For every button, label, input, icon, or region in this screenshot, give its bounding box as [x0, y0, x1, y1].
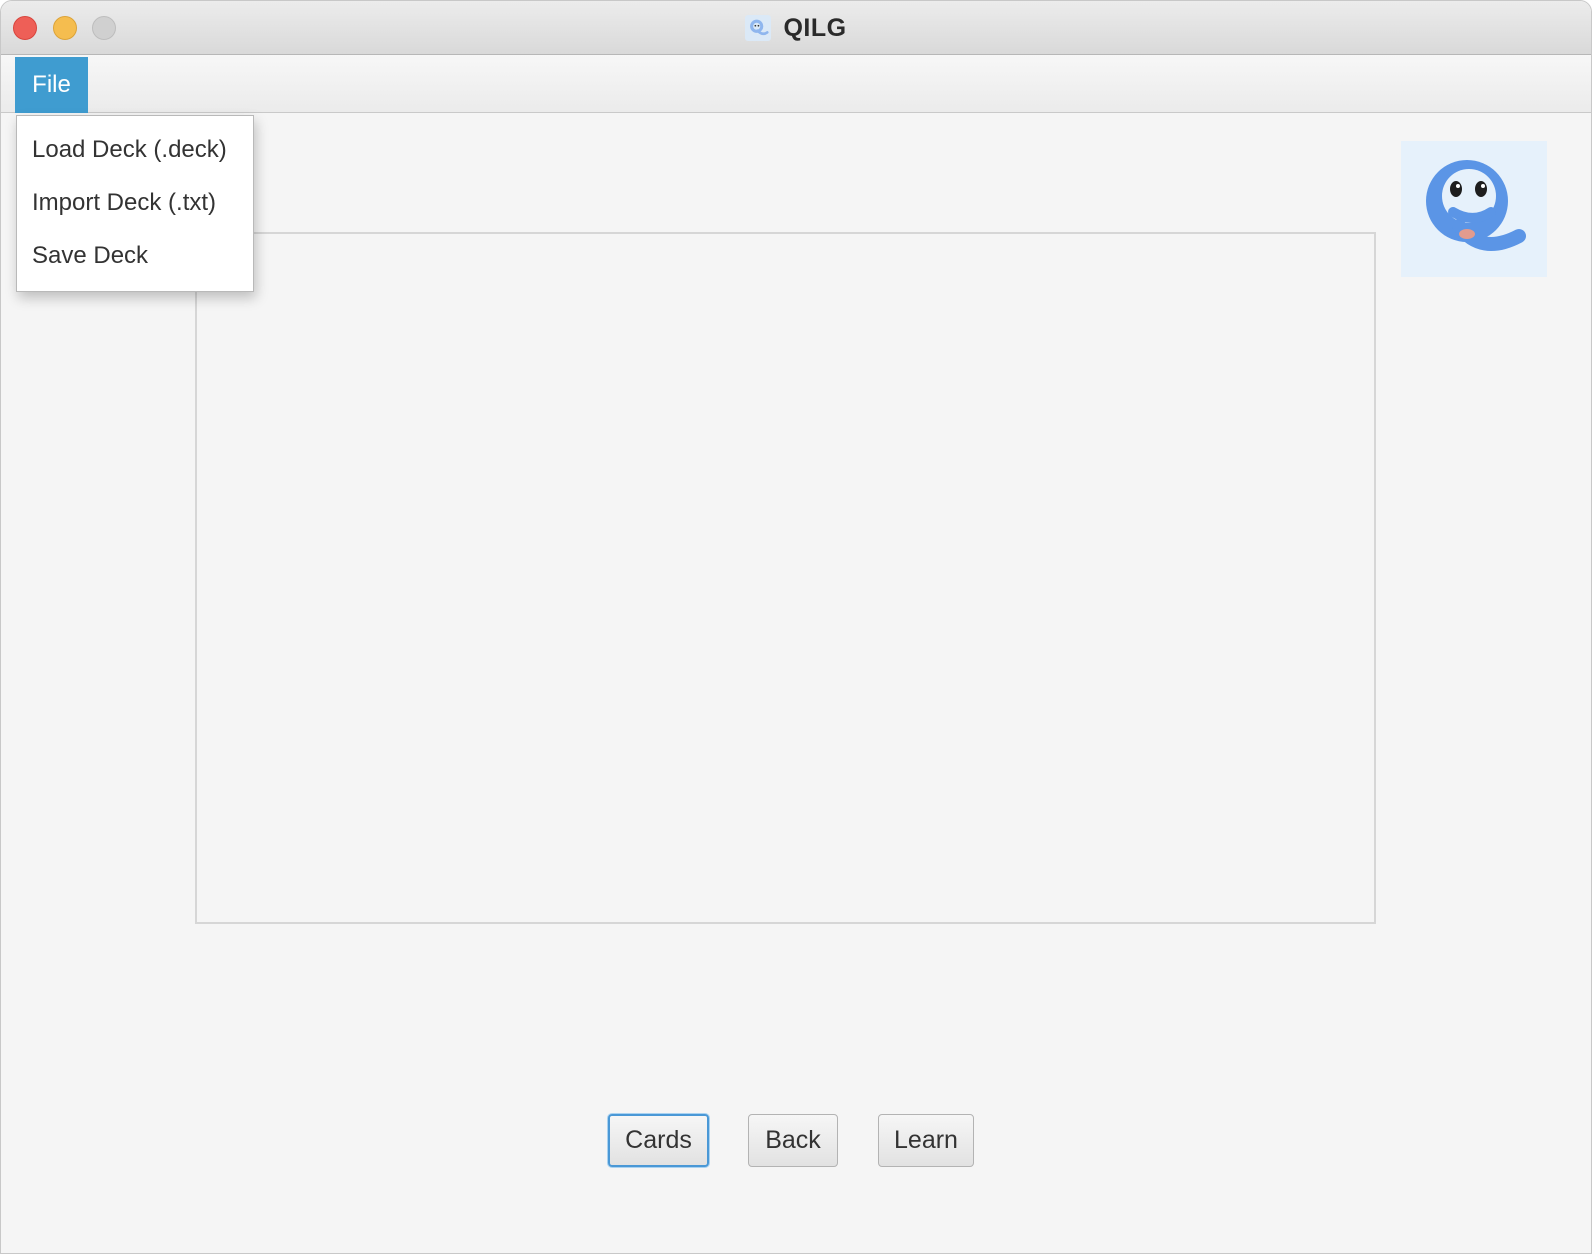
- card-display-panel: [195, 232, 1376, 924]
- menu-item-load-deck[interactable]: Load Deck (.deck): [17, 130, 253, 183]
- menu-bar: File: [1, 55, 1591, 113]
- window-title-group: QILG: [1, 1, 1591, 55]
- file-menu[interactable]: File: [15, 57, 88, 113]
- title-bar: QILG: [1, 1, 1591, 55]
- learn-button[interactable]: Learn: [878, 1114, 974, 1167]
- app-title-icon: [745, 15, 772, 41]
- file-menu-dropdown: Load Deck (.deck) Import Deck (.txt) Sav…: [16, 115, 254, 292]
- window-title: QILG: [783, 13, 847, 42]
- menu-item-import-deck[interactable]: Import Deck (.txt): [17, 183, 253, 236]
- app-window: QILG File Load Deck (.deck) Import Deck …: [0, 0, 1592, 1254]
- qilg-mascot-icon: [1426, 160, 1526, 251]
- back-button[interactable]: Back: [748, 1114, 838, 1167]
- cards-button[interactable]: Cards: [608, 1114, 709, 1167]
- menu-item-save-deck[interactable]: Save Deck: [17, 236, 253, 289]
- app-logo: [1401, 141, 1547, 277]
